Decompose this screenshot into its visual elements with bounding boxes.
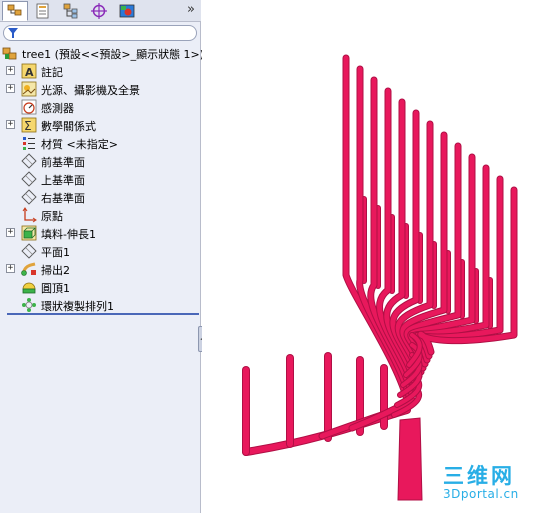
feature-manager-panel: » tree1 (預設<<預設>_顯示狀態 1>) + A 註記 + 光源、攝影… (0, 0, 204, 513)
tree-item-label: 掃出2 (41, 264, 70, 277)
tree-item-front-plane[interactable]: 前基準面 (0, 152, 200, 170)
tree-item-label: 感測器 (41, 102, 74, 115)
tree-item-top-plane[interactable]: 上基準面 (0, 170, 200, 188)
extrude-icon (21, 225, 37, 241)
watermark-url: 3Dportal.cn (443, 487, 519, 501)
rollback-bar[interactable] (7, 313, 199, 315)
tree-item-annotations[interactable]: + A 註記 (0, 62, 200, 80)
tree-item-label: 平面1 (41, 246, 70, 259)
feature-manager-tab[interactable] (2, 1, 28, 21)
appearance-icon (119, 4, 135, 18)
tree-item-boss-extrude[interactable]: + 填料-伸長1 (0, 224, 200, 242)
tree-item-label: 前基準面 (41, 156, 85, 169)
tree-item-circular-pattern1[interactable]: 環狀複製排列1 (0, 296, 200, 314)
tree-root-label: tree1 (預設<<預設>_顯示狀態 1>) (22, 48, 205, 61)
svg-text:A: A (25, 66, 34, 79)
watermark-logo-text: 三维网 (443, 464, 515, 488)
sensor-icon (21, 99, 37, 115)
tree-item-right-plane[interactable]: 右基準面 (0, 188, 200, 206)
tree-item-material[interactable]: 材質 <未指定> (0, 134, 200, 152)
expand-toggle[interactable]: + (6, 228, 15, 237)
part-icon (2, 47, 17, 60)
tree-item-label: 材質 <未指定> (41, 138, 118, 151)
tree-item-label: 右基準面 (41, 192, 85, 205)
tree-item-label: 填料-伸長1 (41, 228, 96, 241)
filter-icon (8, 28, 18, 38)
tree-item-sensors[interactable]: 感測器 (0, 98, 200, 116)
configuration-manager-tab[interactable] (58, 1, 84, 21)
dome-icon (22, 282, 36, 294)
expand-toggle[interactable]: + (6, 264, 15, 273)
plane-icon (21, 153, 37, 169)
property-sheet-icon (36, 3, 49, 19)
lights-cameras-icon (21, 81, 37, 97)
plane-icon (21, 243, 37, 259)
feature-tree-icon (7, 4, 22, 16)
expand-toggle[interactable]: + (6, 66, 15, 75)
model-trunk (397, 417, 423, 501)
tree-item-equations[interactable]: + Σ 數學關係式 (0, 116, 200, 134)
tree-item-label: 註記 (41, 66, 63, 79)
plane-icon (21, 189, 37, 205)
tree-root-node[interactable]: tree1 (預設<<預設>_顯示狀態 1>) (0, 44, 204, 62)
dimxpert-tab[interactable] (86, 1, 112, 21)
annotation-icon: A (21, 63, 37, 79)
tree-item-sweep2[interactable]: + 掃出2 (0, 260, 200, 278)
tree-item-origin[interactable]: 原點 (0, 206, 200, 224)
tree-item-label: 數學關係式 (41, 120, 96, 133)
tree-item-label: 上基準面 (41, 174, 85, 187)
tree-item-dome1[interactable]: 圓頂1 (0, 278, 200, 296)
tree-item-lights-cameras[interactable]: + 光源、攝影機及全景 (0, 80, 200, 98)
equations-icon: Σ (21, 117, 37, 133)
expand-toggle[interactable]: + (6, 84, 15, 93)
tab-overflow-button[interactable]: » (187, 2, 195, 17)
tree-filter-field[interactable] (3, 25, 197, 41)
tree-item-label: 光源、攝影機及全景 (41, 84, 140, 97)
material-icon (23, 137, 35, 150)
expand-toggle[interactable]: + (6, 120, 15, 129)
tree-item-label: 圓頂1 (41, 282, 70, 295)
svg-text:Σ: Σ (24, 119, 32, 133)
display-manager-tab[interactable] (114, 1, 140, 21)
origin-icon (22, 207, 37, 223)
tree-item-plane1[interactable]: 平面1 (0, 242, 200, 260)
sweep-icon (21, 262, 36, 276)
model-rendering (242, 54, 518, 501)
property-manager-tab[interactable] (30, 1, 56, 21)
tree-item-label: 原點 (41, 210, 63, 223)
circular-pattern-icon (22, 298, 36, 312)
tree-item-label: 環狀複製排列1 (41, 300, 114, 313)
watermark: 三维网 3Dportal.cn (443, 460, 539, 504)
graphics-viewport[interactable] (202, 0, 541, 513)
target-crosshair-icon (91, 3, 107, 19)
plane-icon (21, 171, 37, 187)
configuration-icon (63, 3, 78, 19)
manager-tab-bar: » (0, 0, 201, 22)
